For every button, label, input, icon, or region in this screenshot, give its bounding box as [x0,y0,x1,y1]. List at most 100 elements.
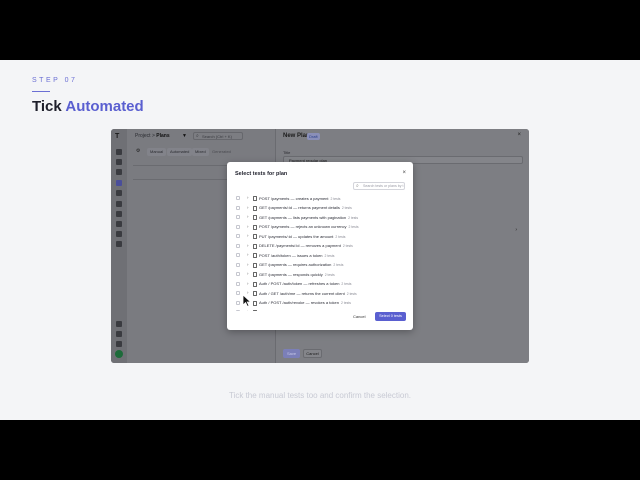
modal-title: Select tests for plan [235,171,288,177]
test-title: Auth / GET /auth/me — returns the curren… [259,290,345,296]
test-row[interactable]: › GET /payments — responds quickly 2 tests [235,270,407,279]
test-count: 2 tests [341,282,352,286]
gear-icon[interactable] [116,241,122,247]
test-row[interactable]: › PUT /payments/:id — updates the amount 2… [235,232,407,241]
edit-icon[interactable] [116,190,122,196]
document-icon [253,196,257,201]
test-checkbox[interactable] [236,243,240,248]
test-row[interactable]: › GET /payments/:id — returns payment det… [235,204,407,213]
document-icon [253,234,257,239]
test-title: GET /payments/:id — returns payment deta… [259,205,340,210]
test-checkbox[interactable] [236,224,240,229]
test-checkbox[interactable] [236,253,240,257]
test-row[interactable]: › DELETE /payments/:id — removes a paymen… [235,242,407,251]
tab-automated[interactable]: Automated [167,148,193,156]
runs-icon[interactable] [116,211,122,217]
chevron-right-icon[interactable]: › [247,224,249,229]
title-label: Title [283,150,291,155]
tab-manual[interactable]: Manual [147,148,167,156]
test-checkbox[interactable] [236,281,240,286]
test-checkbox[interactable] [236,215,240,219]
cancel-button[interactable]: Cancel [303,349,322,358]
test-name: Auth / POST /auth/revoke — revokes a tok… [259,300,351,305]
chevron-right-icon[interactable]: › [247,214,249,219]
test-title: POST /auth/token — issues a token [259,252,323,258]
test-row[interactable]: › GET /payments — requires authorization 2… [235,261,407,270]
test-checkbox[interactable] [236,262,240,267]
test-count: 2 tests [348,215,359,220]
avatar[interactable] [115,350,123,358]
help-icon[interactable] [116,321,122,327]
chevron-right-icon[interactable]: › [247,281,249,286]
document-icon [253,310,257,311]
test-count: 2 tests [333,263,344,267]
test-title: POST /payments — rejects an unknown curr… [259,224,347,229]
chevron-right-icon[interactable]: › [247,195,249,200]
test-name: Payments / POST /payments — creates a pa… [259,310,388,312]
check-icon[interactable] [116,149,122,155]
test-name: Auth / GET /auth/me — returns the curren… [259,291,357,296]
top-bar: Project > Plans ▼ ⌕Search (Ctrl + K) × [127,129,285,143]
breadcrumb-project[interactable]: Project [135,133,151,139]
test-name: DELETE /payments/:id — removes a payment… [259,243,353,248]
test-row[interactable]: › Auth / GET /auth/me — returns the curre… [235,289,407,298]
modal-search-input[interactable]: ⌕ Search tests or plans by t [353,182,405,190]
home-icon[interactable] [116,159,122,165]
plans-icon[interactable] [116,180,122,186]
tab-generated[interactable]: Generated [209,148,234,156]
test-row[interactable]: › POST /auth/token — issues a token 2 test… [235,251,407,260]
test-checkbox[interactable] [236,196,240,200]
tab-mixed[interactable]: Mixed [192,148,209,156]
test-row[interactable]: › Payments / POST /payments — creates a p… [235,308,407,311]
chevron-right-icon[interactable]: › [247,309,249,311]
folder-icon[interactable] [116,341,122,347]
filter-icon[interactable] [116,231,122,237]
settings-icon[interactable]: ⚙ [136,148,140,154]
test-checkbox[interactable] [236,300,240,305]
test-title: Auth / POST /auth/revoke — revokes a tok… [259,300,339,305]
test-count: 2 tests [346,291,357,296]
document-icon [253,205,257,211]
test-row[interactable]: › POST /payments — rejects an unknown cur… [235,223,407,232]
test-row[interactable]: › GET /payments — lists payments with pag… [235,213,407,222]
chevron-right-icon[interactable]: › [247,233,249,238]
test-title: DELETE /payments/:id — removes a payment [259,243,341,248]
select-tests-button[interactable]: Select 0 tests [375,312,406,321]
close-icon[interactable]: × [517,132,521,138]
modal-search-placeholder: Search tests or plans by t [363,184,404,188]
save-button[interactable]: Save [283,349,300,358]
breadcrumb-plans: Plans [156,133,170,139]
test-checkbox[interactable] [236,291,240,295]
test-checkbox[interactable] [236,272,240,276]
reports-icon[interactable] [116,221,122,227]
plus-icon[interactable] [116,201,122,207]
document-icon [253,215,257,220]
chevron-right-icon[interactable]: › [515,227,517,233]
search-input[interactable]: ⌕ Search (Ctrl + K) [193,132,243,140]
test-checkbox[interactable] [236,205,240,210]
close-icon[interactable]: × [402,170,406,176]
filter-icon[interactable]: ▼ [182,133,187,139]
test-name: PUT /payments/:id — updates the amount 2 … [259,234,345,239]
test-title: GET /payments — lists payments with pagi… [259,214,347,220]
document-icon [253,300,257,306]
test-row[interactable]: › POST /payments — creates a payment 2 tes… [235,194,407,203]
chevron-right-icon[interactable]: › [247,262,249,267]
chevron-right-icon[interactable]: › [247,243,249,248]
test-count: 2 tests [324,253,335,258]
document-icon [253,272,257,277]
test-row[interactable]: › Auth / POST /auth/revoke — revokes a to… [235,299,407,308]
chevron-right-icon[interactable]: › [247,205,249,210]
heading-prefix: Tick [32,98,66,115]
test-list: › POST /payments — creates a payment 2 tes… [235,194,407,311]
modal-cancel-button[interactable]: Cancel [353,314,365,319]
test-checkbox[interactable] [236,310,240,311]
test-checkbox[interactable] [236,234,240,238]
bell-icon[interactable] [116,331,122,337]
test-name: POST /payments — creates a payment 2 test… [259,196,341,201]
test-row[interactable]: › Auth / POST /auth/token — refreshes a t… [235,280,407,289]
chevron-right-icon[interactable]: › [247,271,249,276]
clock-icon[interactable] [116,169,122,175]
chevron-right-icon[interactable]: › [247,252,249,257]
test-count: 2 tests [341,206,352,210]
